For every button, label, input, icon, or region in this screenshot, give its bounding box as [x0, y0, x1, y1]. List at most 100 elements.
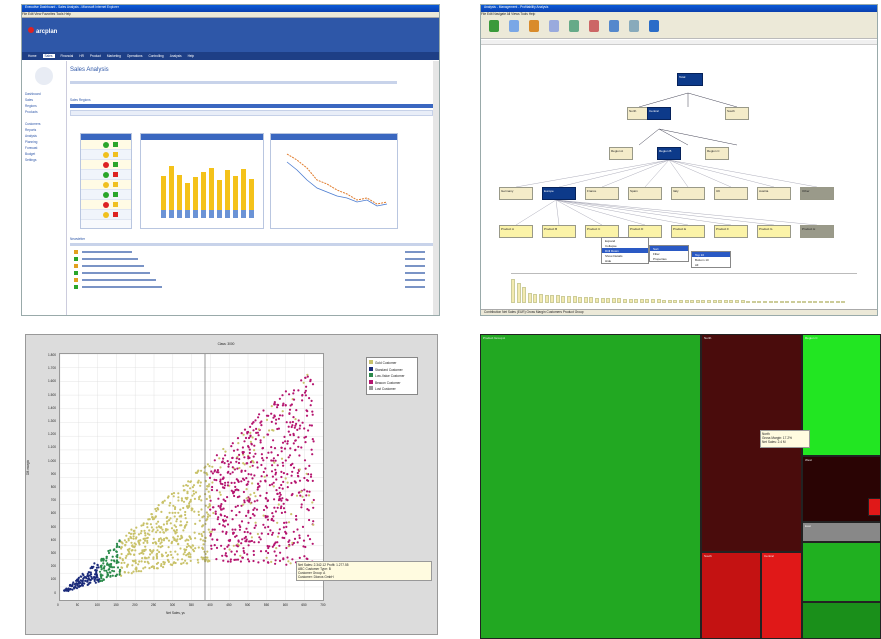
distribution-bar — [763, 300, 767, 303]
settings-icon[interactable] — [609, 20, 619, 32]
tree-node[interactable]: Product B — [542, 225, 576, 238]
distribution-bar — [707, 300, 711, 303]
tree-node[interactable]: Region C — [705, 147, 729, 160]
bar-base — [233, 210, 238, 218]
treemap-tooltip: North Gross Margin: 17.2% Net Sales: 2.4… — [760, 430, 810, 448]
treemap-tile[interactable] — [868, 498, 881, 516]
x-tick-label: 500 — [245, 603, 251, 607]
distribution-bar — [774, 300, 779, 303]
tree-node[interactable]: Product E — [671, 225, 705, 238]
news-item[interactable] — [74, 249, 433, 256]
refresh-icon[interactable] — [509, 20, 519, 32]
bar-base — [225, 210, 230, 218]
tree-node[interactable]: Product F — [714, 225, 748, 238]
news-item[interactable] — [74, 270, 433, 277]
nav-item[interactable]: Operations — [127, 54, 143, 58]
submenu: Top 10 Bottom 10 All — [691, 251, 731, 268]
tree-node[interactable]: Germany — [499, 187, 533, 200]
treemap-tile[interactable]: Product Group A — [480, 334, 701, 639]
distribution-bar — [841, 300, 846, 303]
news-item[interactable] — [74, 277, 433, 284]
distribution-bar — [628, 298, 633, 303]
nav-item[interactable]: Home — [28, 54, 37, 58]
tree-node[interactable]: South — [725, 107, 749, 120]
nav-item[interactable]: Analysis — [170, 54, 182, 58]
kpi-row — [81, 180, 131, 190]
treemap-tile[interactable] — [802, 602, 881, 639]
sidebar-item[interactable]: Settings — [22, 157, 66, 163]
tree-node[interactable]: France — [585, 187, 619, 200]
tree-node[interactable]: Region B — [657, 147, 681, 160]
tree-node[interactable]: Spain — [628, 187, 662, 200]
context-menu: Expand Collapse Drill Down Show Details Hide — [601, 237, 649, 264]
distribution-bar — [578, 296, 583, 303]
trend-lines — [286, 153, 388, 207]
legend-item[interactable]: Lost Customer — [369, 386, 415, 393]
treemap-tile[interactable]: Region C — [802, 334, 881, 456]
distribution-bar — [539, 294, 543, 303]
nav-item[interactable]: Help — [188, 54, 195, 58]
hierarchy-icon[interactable] — [549, 20, 559, 32]
nav-item[interactable]: Controlling — [148, 54, 163, 58]
treemap-tile[interactable]: Central — [761, 552, 802, 639]
menu-item[interactable]: All — [692, 262, 730, 267]
user-icon — [35, 67, 53, 85]
tree-node[interactable]: Other — [800, 187, 834, 200]
news-item[interactable] — [74, 284, 433, 291]
main-content: Sales Analysis Sales Regions Newsletter — [70, 61, 433, 315]
sidebar-item[interactable]: Products — [22, 109, 66, 115]
x-tick-label: 450 — [226, 603, 232, 607]
tree-analysis-window: Analysis - Management - Profitability An… — [480, 4, 878, 316]
tree-node[interactable]: Product H — [800, 225, 834, 238]
play-icon[interactable] — [489, 20, 499, 32]
bar-chart — [140, 133, 264, 229]
chart-title: Class: 3000 — [217, 342, 235, 346]
y-tick-label: 1.200 — [48, 432, 56, 437]
distribution-bar — [807, 300, 812, 303]
tree-node[interactable]: Europe — [542, 187, 576, 200]
distribution-bar — [735, 300, 739, 303]
tree-node[interactable]: Austria — [757, 187, 791, 200]
y-tick-label: 1.300 — [48, 419, 56, 423]
nav-item[interactable]: Marketing — [107, 54, 121, 58]
treemap-tile[interactable]: South — [701, 552, 761, 639]
print-icon[interactable] — [629, 20, 639, 32]
tree-node[interactable]: UK — [714, 187, 748, 200]
tree-node[interactable]: Region A — [609, 147, 633, 160]
nav-item[interactable]: Product — [90, 54, 101, 58]
y-tick-label: 1.400 — [48, 405, 56, 410]
treemap-tile[interactable] — [802, 542, 881, 602]
y-tick-label: 1.800 — [48, 353, 56, 357]
news-item[interactable] — [74, 263, 433, 270]
distribution-bar — [667, 299, 672, 303]
submenu: Sort Filter Properties — [649, 245, 689, 262]
status-icon — [103, 202, 109, 208]
treemap-tile[interactable]: East — [802, 522, 881, 542]
x-tick-label: 550 — [263, 603, 270, 607]
kpi-row — [81, 190, 131, 200]
tree-node-root[interactable]: Total — [677, 73, 703, 86]
tree-node[interactable]: Italy — [671, 187, 705, 200]
status-icon — [103, 152, 109, 158]
nav-item[interactable]: Sales — [42, 54, 55, 58]
menu-item[interactable]: Hide — [602, 258, 648, 263]
tree-node[interactable]: Central — [647, 107, 671, 120]
tree-node[interactable]: Product G — [757, 225, 791, 238]
status-icon — [103, 142, 109, 148]
menu-item[interactable]: Properties — [650, 256, 688, 261]
help-icon[interactable] — [649, 20, 659, 32]
nav-item[interactable]: Financial — [61, 54, 74, 58]
chart-icon[interactable] — [569, 20, 579, 32]
tree-node[interactable]: Product A — [499, 225, 533, 238]
tooltip: Net Sales: 2.342.12 Profit: 1.277.55 ABC … — [296, 561, 432, 581]
x-axis-label: Net Sales, ys — [166, 611, 185, 615]
news-item[interactable] — [74, 256, 433, 263]
distribution-bar — [606, 298, 611, 303]
distribution-bar — [673, 299, 678, 303]
distribution-bar — [600, 297, 605, 303]
export-icon[interactable] — [529, 20, 539, 32]
filter-icon[interactable] — [589, 20, 599, 32]
distribution-chart — [511, 273, 857, 303]
nav-item[interactable]: HR — [79, 54, 84, 58]
scrollbar[interactable] — [433, 61, 439, 315]
